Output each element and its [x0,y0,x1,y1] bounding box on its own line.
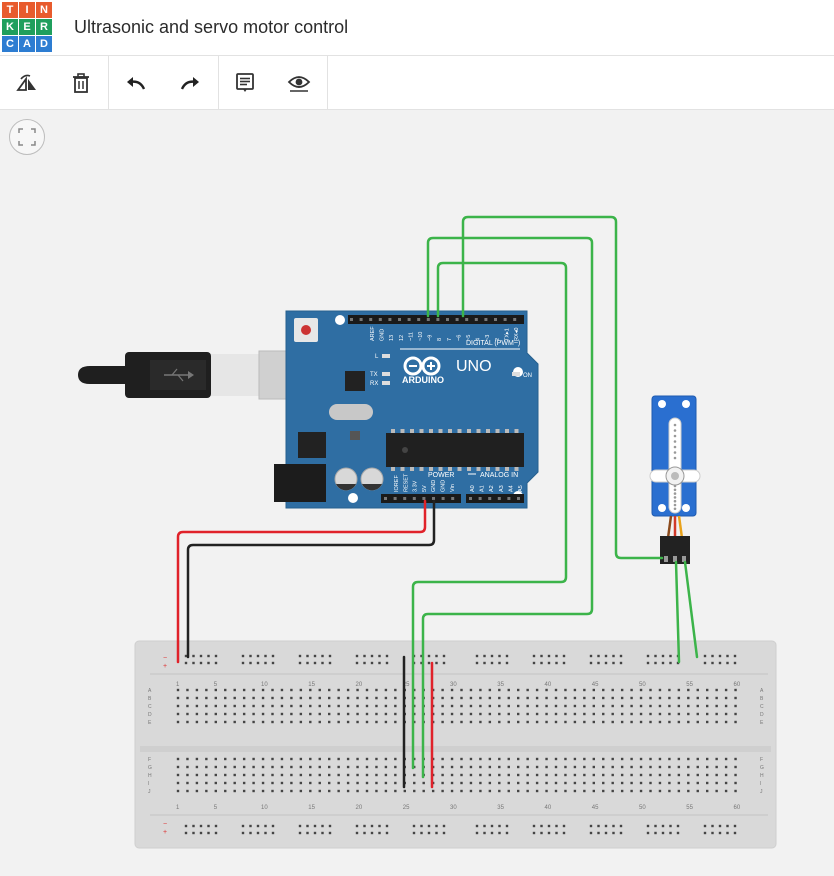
column-number: 55 [686,682,693,688]
row-letter: D [148,712,152,718]
rail-minus-top: − [163,655,167,662]
pin-label: GND [380,329,386,341]
digital-header[interactable] [348,315,524,324]
pin-label: ~11 [408,332,414,341]
column-number: 30 [450,682,457,688]
pin-label: A4 [508,485,514,492]
power-jack[interactable] [274,464,326,502]
column-number: 15 [308,805,315,811]
pin-label: 13 [389,335,395,341]
column-number: 50 [639,805,646,811]
row-letter: C [760,704,764,710]
analog-header[interactable] [466,494,524,503]
pin-label: ~9 [428,335,434,341]
row-letter: H [148,773,152,779]
arduino-model: UNO [456,358,492,375]
column-number: 10 [261,682,268,688]
column-number: 60 [734,805,741,811]
pin-label: 8 [437,338,443,341]
column-number: 20 [356,805,363,811]
mounting-hole [348,493,358,503]
column-number: 55 [686,805,693,811]
column-number: 45 [592,805,599,811]
column-number: 40 [545,682,552,688]
wire-black-gnd[interactable] [186,499,436,659]
column-number: 50 [639,682,646,688]
column-number: 20 [356,682,363,688]
pin-label: 7 [447,338,453,341]
pin-label: A0 [470,485,476,492]
pin-label: 5V [422,485,428,492]
wire-red-5v[interactable] [176,499,427,664]
mounting-hole [335,315,345,325]
pin-label: RX◂0 [514,328,520,341]
tx-led-label: TX [370,372,378,378]
servo-horn-arm [668,417,682,514]
servo-motor[interactable] [649,395,701,564]
power-header[interactable] [381,494,461,503]
column-number: 25 [403,805,410,811]
rail-minus-bottom: − [163,821,167,828]
pin-label: A3 [499,485,505,492]
column-number: 40 [545,805,552,811]
row-letter: G [148,765,152,771]
pin-label: GND [431,480,437,492]
pin-label: ~10 [418,332,424,341]
rail-plus-top: + [163,663,167,670]
pin-label: A5 [518,485,524,492]
pin-label: 12 [399,335,405,341]
pin-label: 3.3V [413,480,419,492]
pin-label: 4 [476,338,482,341]
pin-label: ~6 [456,335,462,341]
usb-chip [345,371,365,391]
column-number: 35 [497,805,504,811]
crystal [329,404,373,420]
row-letter: G [760,765,764,771]
digital-header-label: DIGITAL (PWM~) [466,340,520,347]
row-letter: I [148,781,149,787]
breadboard[interactable]: − + − + 1 5 10 15 20 25 30 35 40 45 50 55 60 1 5 10 15 2… [134,640,777,849]
column-number: 45 [592,682,599,688]
servo-screw-icon [671,472,679,480]
column-number: 30 [450,805,457,811]
pin-label: A1 [480,485,486,492]
pin-label: Vin [450,484,456,492]
pin-label: ~3 [485,335,491,341]
row-letter: I [760,781,761,787]
analog-header-label: ANALOG IN [480,472,518,479]
pin-label: RESET [403,473,409,492]
pin-label: 2 [495,338,501,341]
column-number: 15 [308,682,315,688]
row-letter: H [760,773,764,779]
circuit-canvas[interactable]: − + − + 1 5 10 15 20 25 30 35 40 45 50 55 60 1 5 10 15 2… [0,0,834,876]
reset-button-cap [301,325,311,335]
pin-label: GND [441,480,447,492]
row-letter: F [760,757,763,763]
row-letter: F [148,757,151,763]
pin-label: ~5 [466,335,472,341]
voltage-regulator [298,432,326,458]
row-letter: C [148,704,152,710]
usb-cable[interactable] [78,350,318,400]
pin-label: TX▸1 [504,328,510,341]
pin-label: IOREF [394,475,400,492]
power-header-label: POWER [428,472,454,479]
rail-plus-bottom: + [163,829,167,836]
pin-label: AREF [370,326,376,341]
column-number: 60 [734,682,741,688]
column-number: 10 [261,805,268,811]
on-led-label: ON [523,373,532,379]
arduino-uno-board[interactable]: ARDUINO UNO DIGITAL (PWM~) ANALOG IN POW… [274,310,539,509]
arduino-brand: ARDUINO [402,375,444,385]
row-letter: D [760,712,764,718]
rx-led-label: RX [370,381,378,387]
pin-label: A2 [489,485,495,492]
column-number: 35 [497,682,504,688]
